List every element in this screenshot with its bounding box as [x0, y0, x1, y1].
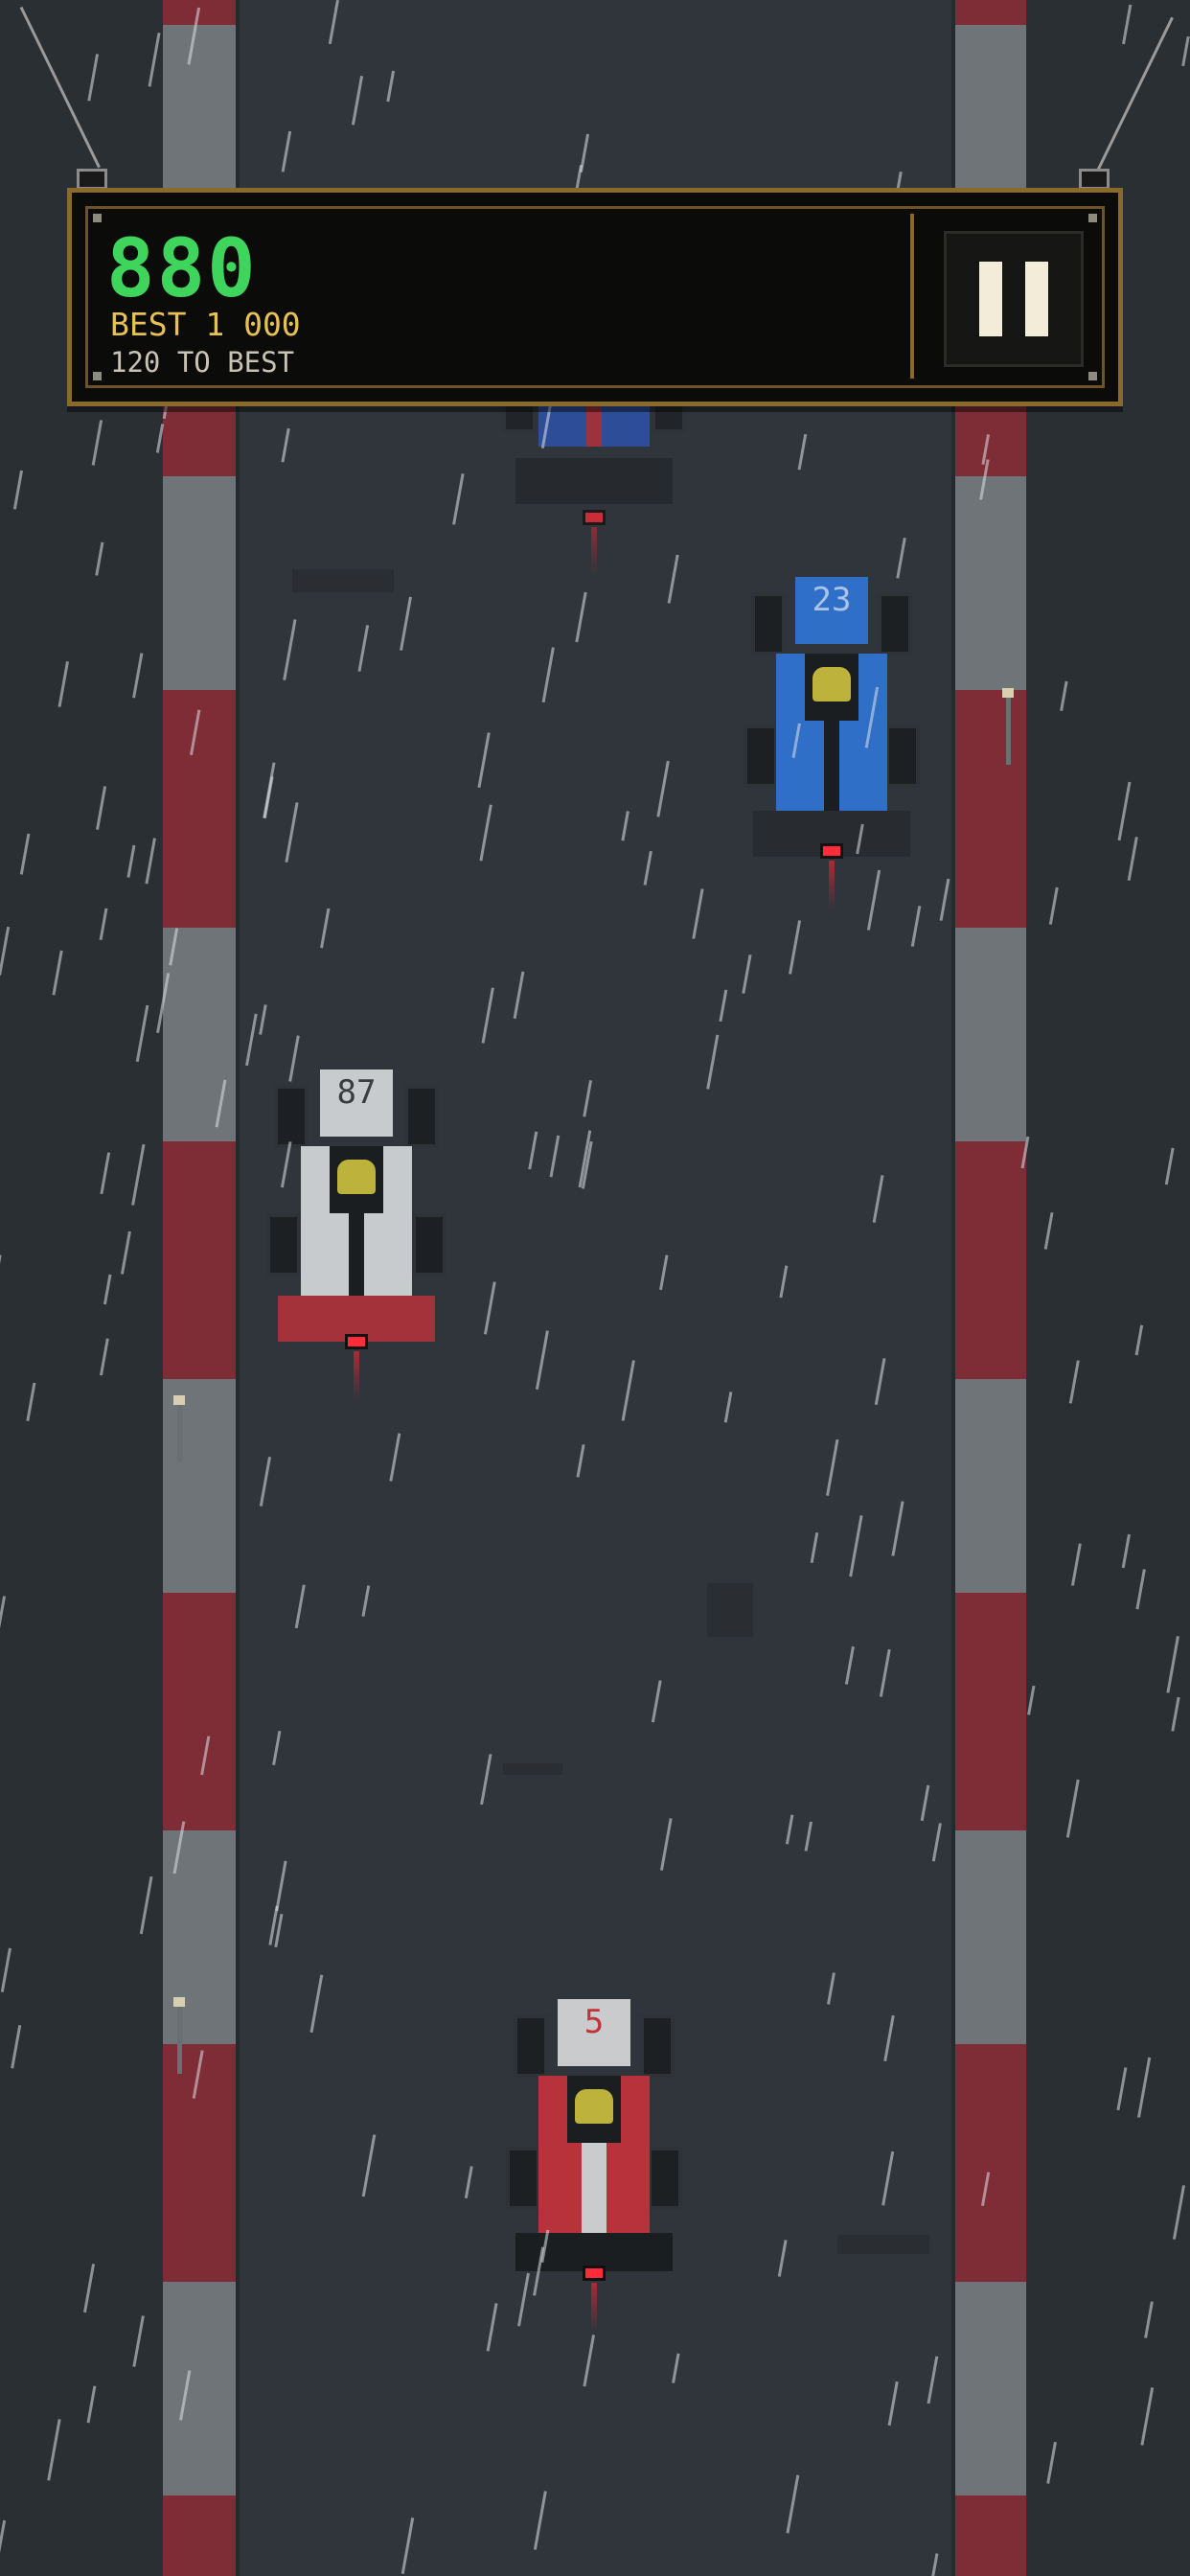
- hud-mount-left: [77, 169, 107, 190]
- driver-helmet: [812, 667, 851, 702]
- opponent-car: 87: [261, 1064, 452, 1428]
- skid-mark: [292, 569, 394, 592]
- game-canvas: 3 23 87: [0, 0, 1190, 2576]
- pause-icon: [1025, 262, 1048, 336]
- rear-light: [820, 843, 843, 859]
- skid-mark: [503, 1763, 562, 1775]
- rear-light: [583, 510, 606, 525]
- player-car: 5: [498, 1993, 690, 2358]
- pause-icon: [979, 262, 1002, 336]
- rear-light: [345, 1334, 368, 1349]
- track-marker-post: [173, 1997, 185, 2074]
- driver-helmet: [337, 1160, 376, 1194]
- hud-divider: [910, 214, 914, 379]
- best-score: BEST 1 000: [110, 306, 301, 343]
- skid-mark: [707, 1583, 753, 1637]
- rear-light: [583, 2266, 606, 2281]
- car-number: 87: [336, 1073, 377, 1112]
- hud-mount-right: [1079, 169, 1110, 190]
- track-marker-post: [173, 1395, 185, 1462]
- car-number: 5: [584, 2003, 605, 2041]
- current-score: 880: [106, 221, 258, 315]
- score-panel: 880 BEST 1 000 120 TO BEST: [67, 188, 1123, 406]
- skid-mark: [837, 2235, 929, 2254]
- pause-button[interactable]: [944, 231, 1084, 367]
- car-number: 23: [812, 581, 852, 619]
- track-marker-post: [1002, 688, 1014, 765]
- driver-helmet: [575, 2089, 613, 2124]
- points-to-best: 120 TO BEST: [110, 346, 295, 379]
- opponent-car: 23: [736, 571, 927, 935]
